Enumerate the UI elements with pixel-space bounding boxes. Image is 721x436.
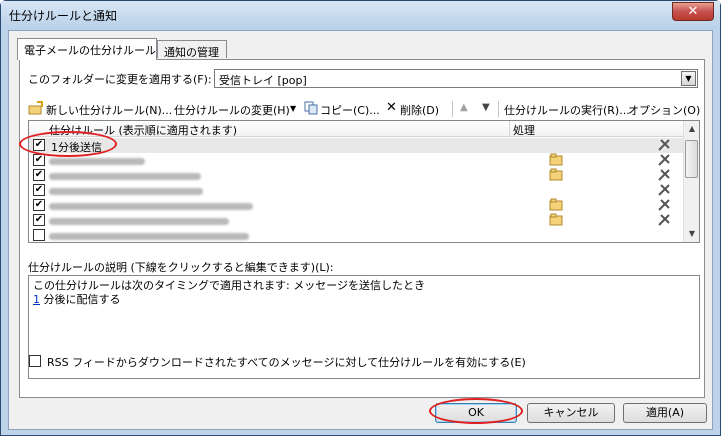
rule-checkbox[interactable]: ✔ <box>33 184 45 196</box>
rule-row[interactable]: ✔ 1分後送信 <box>29 138 683 154</box>
scroll-down-icon[interactable]: ▼ <box>684 226 699 242</box>
description-line: 1 分後に配信する <box>33 293 695 307</box>
email-rules-panel: このフォルダーに変更を適用する(F): 受信トレイ [pop] ▼ 新しい仕分け… <box>19 59 705 398</box>
scrollbar-thumb[interactable] <box>685 140 698 178</box>
rules-and-alerts-window: 仕分けルールと通知 ✕ 電子メールの仕分けルール 通知の管理 このフォルダーに変… <box>0 0 721 436</box>
ok-button[interactable]: OK <box>435 403 517 423</box>
new-rule-icon <box>28 101 44 118</box>
rule-row[interactable] <box>29 228 683 242</box>
tools-icon <box>657 138 673 152</box>
toolbar-separator <box>498 101 499 117</box>
rules-list[interactable]: 仕分けルール (表示順に適用されます) 処理 ✔ 1分後送信 ✔ ✔ ✔ ✔ ✔… <box>28 120 700 243</box>
column-separator <box>509 121 510 137</box>
scroll-up-icon[interactable]: ▲ <box>684 121 699 137</box>
folder-dropdown[interactable]: 受信トレイ [pop] ▼ <box>214 69 698 88</box>
rules-list-scrollbar[interactable]: ▲ ▼ <box>683 121 699 242</box>
delete-button[interactable]: 削除(D) <box>400 102 439 118</box>
toolbar-separator <box>452 101 453 117</box>
arrow-down-icon[interactable]: ▼ <box>482 102 490 113</box>
window-title: 仕分けルールと通知 <box>9 9 118 23</box>
arrow-up-icon[interactable]: ▲ <box>460 102 468 113</box>
redacted-rule-name <box>49 173 201 180</box>
column-action[interactable]: 処理 <box>513 122 535 138</box>
change-rule-button[interactable]: 仕分けルールの変更(H) <box>174 102 290 118</box>
tools-icon <box>657 183 673 197</box>
folder-label: このフォルダーに変更を適用する(F): <box>28 73 212 86</box>
rule-checkbox[interactable]: ✔ <box>33 154 45 166</box>
close-button[interactable]: ✕ <box>672 2 714 21</box>
redacted-rule-name <box>49 218 229 225</box>
move-to-folder-icon <box>549 198 563 211</box>
rule-row[interactable]: ✔ <box>29 213 683 228</box>
rules-list-header: 仕分けルール (表示順に適用されます) 処理 <box>29 121 683 137</box>
rss-rules-checkbox[interactable] <box>29 355 41 367</box>
cancel-button[interactable]: キャンセル <box>527 403 615 423</box>
redacted-rule-name <box>49 203 253 210</box>
run-rules-button[interactable]: 仕分けルールの実行(R)... <box>504 102 630 118</box>
rules-toolbar: 新しい仕分けルール(N)... 仕分けルールの変更(H) ▼ コピー(C)...… <box>28 98 700 120</box>
rule-checkbox[interactable]: ✔ <box>33 139 45 151</box>
rule-row[interactable]: ✔ <box>29 168 683 183</box>
redacted-rule-name <box>49 158 145 165</box>
rule-checkbox[interactable]: ✔ <box>33 169 45 181</box>
copy-button[interactable]: コピー(C)... <box>320 102 380 118</box>
tab-manage-alerts[interactable]: 通知の管理 <box>157 40 227 59</box>
copy-icon <box>304 101 318 118</box>
description-line: この仕分けルールは次のタイミングで適用されます: メッセージを送信したとき <box>33 279 425 292</box>
move-to-folder-icon <box>549 213 563 226</box>
dialog-client: 電子メールの仕分けルール 通知の管理 このフォルダーに変更を適用する(F): 受… <box>8 30 713 430</box>
folder-value: 受信トレイ [pop] <box>219 74 307 87</box>
description-label: 仕分けルールの説明 (下線をクリックすると編集できます)(L): <box>28 261 334 274</box>
rule-checkbox[interactable]: ✔ <box>33 214 45 226</box>
delete-icon: ✕ <box>386 100 397 115</box>
rule-row[interactable]: ✔ <box>29 183 683 198</box>
tools-icon <box>657 213 673 227</box>
tab-email-rules[interactable]: 電子メールの仕分けルール <box>17 38 157 60</box>
tools-icon <box>657 198 673 212</box>
column-rule[interactable]: 仕分けルール (表示順に適用されます) <box>49 122 237 138</box>
rule-row[interactable]: ✔ <box>29 198 683 213</box>
tab-label: 通知の管理 <box>164 46 219 59</box>
move-to-folder-icon <box>549 168 563 181</box>
rule-row[interactable]: ✔ <box>29 153 683 168</box>
new-rule-button[interactable]: 新しい仕分けルール(N)... <box>46 102 172 118</box>
tools-icon <box>657 168 673 182</box>
move-to-folder-icon <box>549 153 563 166</box>
rss-rules-label[interactable]: RSS フィードからダウンロードされたすべてのメッセージに対して仕分けルールを有… <box>47 354 526 370</box>
tab-label: 電子メールの仕分けルール <box>24 44 156 57</box>
redacted-rule-name <box>49 233 249 240</box>
redacted-rule-name <box>49 188 203 195</box>
apply-button[interactable]: 適用(A) <box>623 403 707 423</box>
chevron-down-icon[interactable]: ▼ <box>290 104 296 113</box>
rule-checkbox[interactable] <box>33 229 45 241</box>
tools-icon <box>657 153 673 167</box>
chevron-down-icon[interactable]: ▼ <box>681 71 696 86</box>
title-bar: 仕分けルールと通知 ✕ <box>1 1 720 29</box>
rule-checkbox[interactable]: ✔ <box>33 199 45 211</box>
options-button[interactable]: オプション(O) <box>628 102 700 118</box>
description-text: 分後に配信する <box>40 293 121 306</box>
delay-minutes-link[interactable]: 1 <box>33 293 40 306</box>
